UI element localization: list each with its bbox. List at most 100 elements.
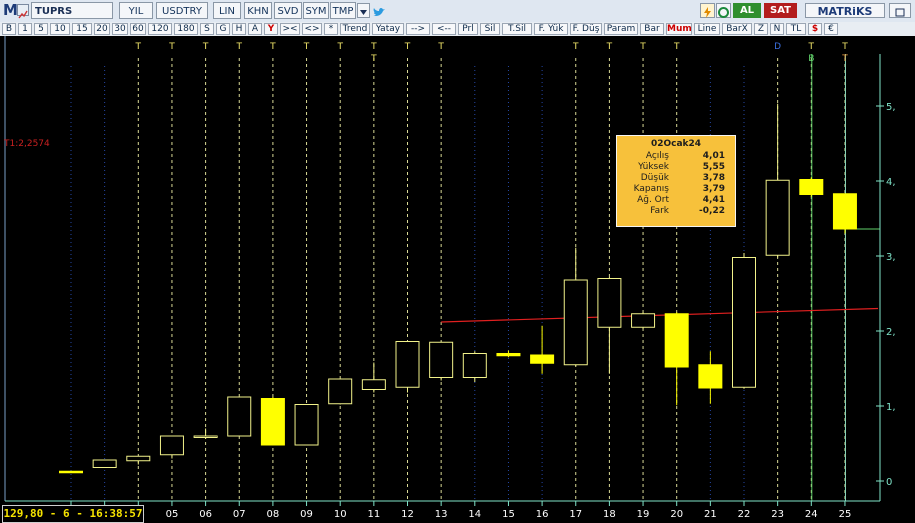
toolbar-button[interactable]: 10: [50, 23, 70, 35]
event-sub-marker[interactable]: T: [841, 54, 848, 64]
toolbar-button[interactable]: 30: [112, 23, 128, 35]
toolbar-button[interactable]: N: [770, 23, 784, 35]
candle-body[interactable]: [328, 378, 353, 405]
candle-body[interactable]: [631, 313, 656, 328]
event-marker[interactable]: D: [774, 42, 781, 52]
toolbar-button[interactable]: €: [824, 23, 838, 35]
sym-button[interactable]: SYM: [303, 2, 329, 19]
twitter-icon[interactable]: [372, 4, 386, 17]
event-marker[interactable]: T: [236, 42, 243, 52]
chart-type-icon[interactable]: [17, 4, 29, 19]
toolbar-button[interactable]: B: [2, 23, 16, 35]
dropdown-icon[interactable]: [357, 3, 370, 18]
svd-button[interactable]: SVD: [274, 2, 302, 19]
event-marker[interactable]: T: [168, 42, 175, 52]
candle-body[interactable]: [832, 193, 857, 230]
toolbar-button[interactable]: TL: [786, 23, 806, 35]
candle-body[interactable]: [732, 257, 756, 388]
khn-button[interactable]: KHN: [244, 2, 272, 19]
candle-body[interactable]: [59, 470, 83, 474]
event-sub-marker[interactable]: B: [808, 54, 814, 64]
toolbar-button[interactable]: Param: [604, 23, 638, 35]
candle-body[interactable]: [563, 279, 588, 366]
toolbar-button[interactable]: ><: [280, 23, 300, 35]
candle-body[interactable]: [395, 341, 420, 388]
event-marker[interactable]: T: [404, 42, 411, 52]
lin-button[interactable]: LIN: [213, 2, 241, 19]
event-marker[interactable]: T: [303, 42, 310, 52]
window-control-icon[interactable]: [889, 3, 911, 18]
candle-body[interactable]: [429, 341, 454, 378]
app-logo[interactable]: M: [3, 1, 18, 19]
currency-button[interactable]: USDTRY: [156, 2, 208, 19]
event-sub-marker[interactable]: T: [370, 54, 377, 64]
event-marker[interactable]: T: [639, 42, 646, 52]
event-marker[interactable]: T: [572, 42, 579, 52]
toolbar-button[interactable]: Mum: [666, 23, 692, 35]
candle-body[interactable]: [92, 459, 117, 468]
candle-body[interactable]: [294, 404, 319, 446]
candle-body[interactable]: [126, 455, 151, 462]
toolbar-button[interactable]: Trend: [340, 23, 370, 35]
event-marker[interactable]: T: [606, 42, 613, 52]
toolbar-button[interactable]: Line: [694, 23, 720, 35]
toolbar-button[interactable]: Sil: [480, 23, 500, 35]
toolbar-button[interactable]: Z: [754, 23, 768, 35]
period-button[interactable]: YIL: [119, 2, 153, 19]
toolbar-button[interactable]: BarX: [722, 23, 752, 35]
candle-body[interactable]: [799, 179, 824, 195]
toolbar-button[interactable]: F. Yük: [534, 23, 568, 35]
toolbar-button[interactable]: 120: [148, 23, 172, 35]
toolbar-button[interactable]: H: [232, 23, 246, 35]
event-marker[interactable]: T: [135, 42, 142, 52]
toolbar-button[interactable]: Bar: [640, 23, 664, 35]
toolbar-button[interactable]: 1: [18, 23, 32, 35]
flash-icon[interactable]: [700, 3, 715, 18]
symbol-field[interactable]: TUPRS: [31, 2, 113, 19]
event-marker[interactable]: T: [808, 42, 815, 52]
event-marker[interactable]: T: [437, 42, 444, 52]
toolbar-button[interactable]: 15: [72, 23, 92, 35]
toolbar-button[interactable]: -->: [406, 23, 430, 35]
tmp-button[interactable]: TMP: [330, 2, 356, 19]
buy-button[interactable]: AL: [733, 3, 761, 18]
candle-body[interactable]: [597, 278, 622, 328]
toolbar-button[interactable]: A: [248, 23, 262, 35]
toolbar-button[interactable]: 5: [34, 23, 48, 35]
candle-body[interactable]: [462, 353, 487, 378]
toolbar-button[interactable]: <--: [432, 23, 456, 35]
toolbar-button[interactable]: Y: [264, 23, 278, 35]
event-marker[interactable]: T: [269, 42, 276, 52]
candle-body[interactable]: [260, 398, 285, 446]
event-marker[interactable]: T: [336, 42, 343, 52]
candlestick-chart[interactable]: TTTTTTTTTTTTTTDTTTBT 01,2,3,4,5, 0203040…: [0, 36, 915, 523]
candle-body[interactable]: [698, 364, 723, 389]
toolbar-button[interactable]: 20: [94, 23, 110, 35]
candle-body[interactable]: [193, 435, 218, 438]
candle-body[interactable]: [227, 396, 252, 437]
toolbar-button[interactable]: *: [324, 23, 338, 35]
toolbar-button[interactable]: $: [808, 23, 822, 35]
toolbar-button[interactable]: Prl: [458, 23, 478, 35]
event-marker[interactable]: T: [202, 42, 209, 52]
candle-body[interactable]: [159, 435, 184, 456]
candle-body[interactable]: [361, 379, 386, 390]
toolbar-button[interactable]: 60: [130, 23, 146, 35]
candle-body[interactable]: [664, 313, 689, 368]
candle-body[interactable]: [765, 179, 790, 256]
toolbar-button[interactable]: S: [200, 23, 214, 35]
sell-button[interactable]: SAT: [764, 3, 797, 18]
event-marker[interactable]: T: [841, 42, 848, 52]
event-marker[interactable]: T: [673, 42, 680, 52]
toolbar-button[interactable]: Yatay: [372, 23, 404, 35]
indicator-icon[interactable]: [716, 3, 731, 18]
event-marker[interactable]: T: [370, 42, 377, 52]
candle-body[interactable]: [496, 353, 521, 357]
toolbar-button[interactable]: T.Sil: [502, 23, 532, 35]
toolbar-button[interactable]: 180: [174, 23, 198, 35]
toolbar-button[interactable]: F. Düş: [570, 23, 602, 35]
toolbar-button[interactable]: G: [216, 23, 230, 35]
toolbar-button[interactable]: <>: [302, 23, 322, 35]
candle-body[interactable]: [530, 354, 555, 364]
tooltip-row: Fark -0,22: [617, 206, 735, 217]
